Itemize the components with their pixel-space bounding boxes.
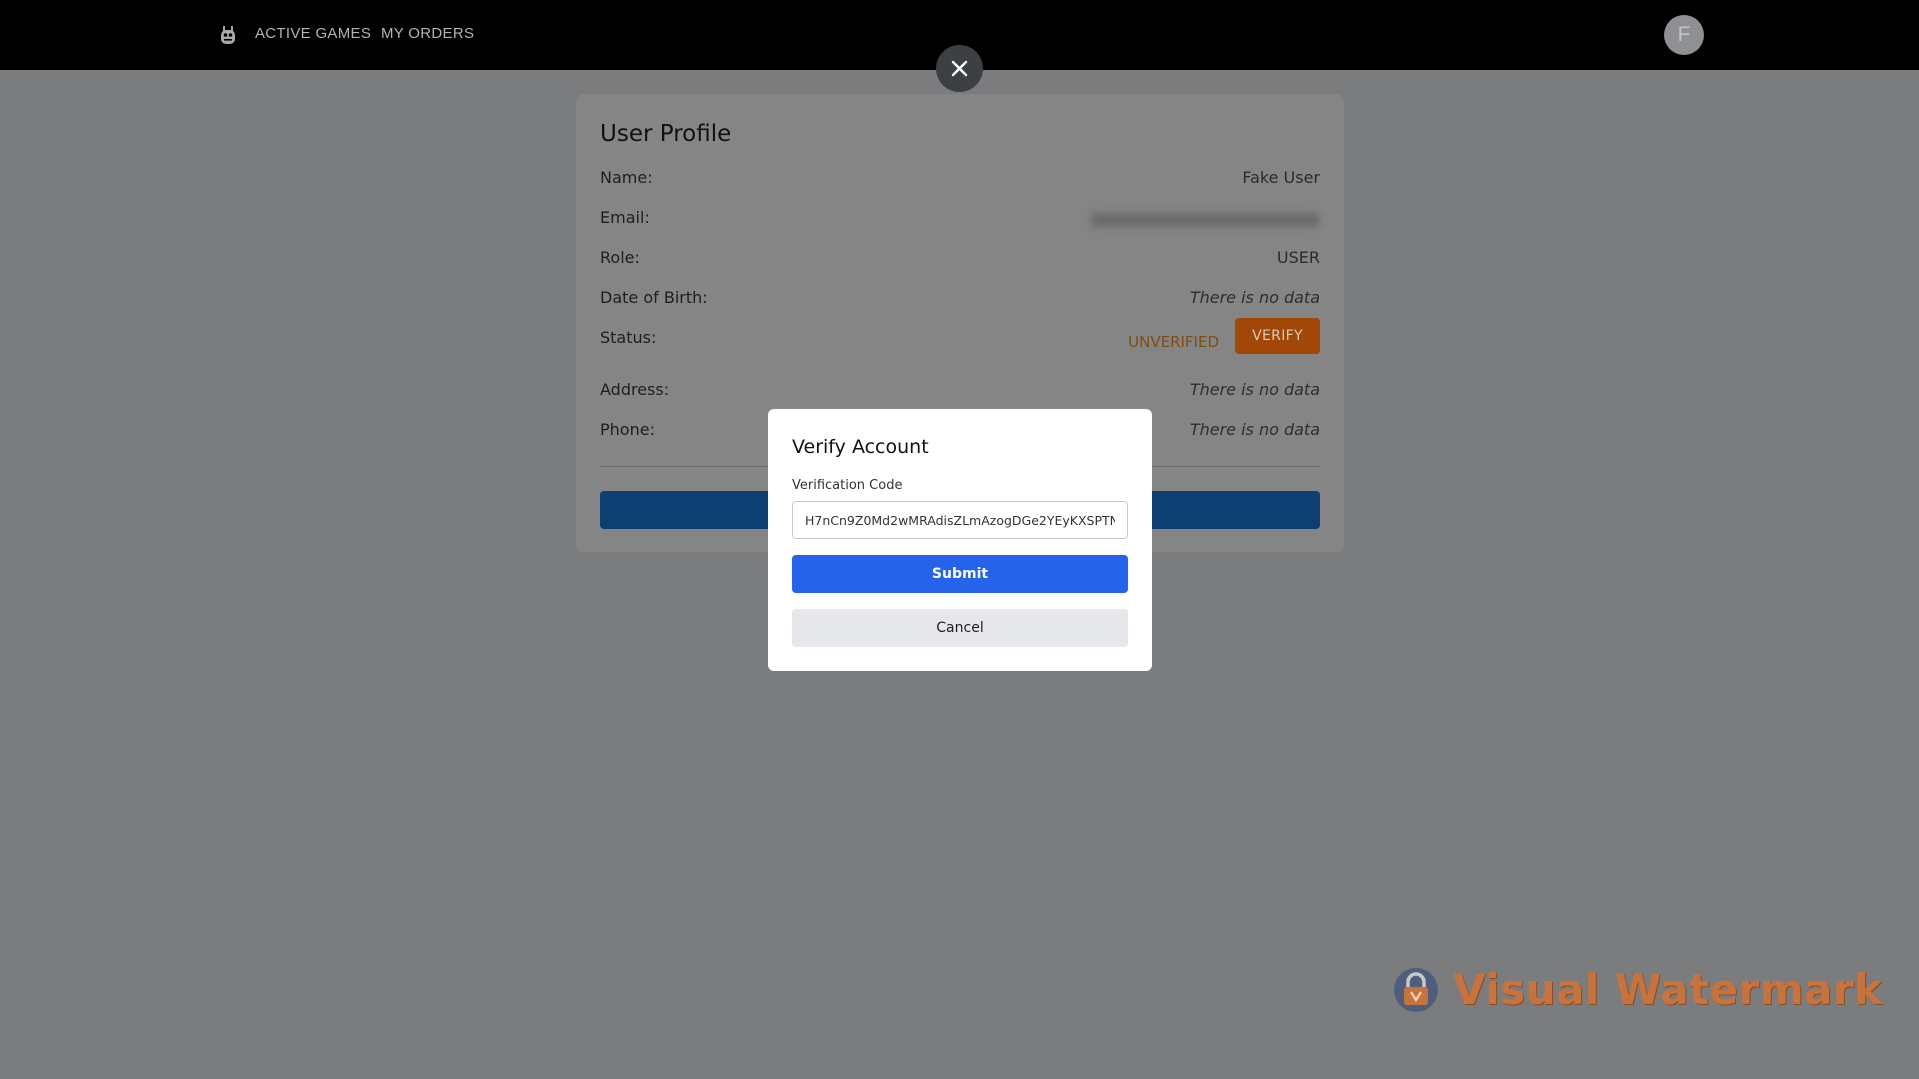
row-label: Email:: [600, 208, 650, 227]
close-button[interactable]: [936, 45, 983, 92]
verify-button[interactable]: VERIFY: [1235, 318, 1320, 354]
row-label: Date of Birth:: [600, 288, 708, 307]
profile-row-status: Status: UNVERIFIED VERIFY: [600, 318, 1320, 354]
verification-code-input[interactable]: [792, 501, 1128, 539]
row-label: Role:: [600, 248, 640, 267]
nav-link-my-orders[interactable]: MY ORDERS: [381, 25, 474, 42]
row-value-role: USER: [1276, 248, 1320, 267]
modal-title: Verify Account: [792, 436, 929, 458]
row-value-address: There is no data: [1189, 380, 1320, 399]
profile-row-address: Address: There is no data: [600, 380, 1320, 404]
profile-title: User Profile: [600, 121, 732, 147]
verification-code-label: Verification Code: [792, 478, 903, 493]
padlock-icon: [1394, 968, 1438, 1012]
profile-row-role: Role: USER: [600, 248, 1320, 272]
row-label: Name:: [600, 168, 653, 187]
user-avatar[interactable]: F: [1664, 15, 1704, 55]
row-value-phone: There is no data: [1189, 420, 1320, 439]
submit-button[interactable]: Submit: [792, 555, 1128, 593]
close-icon: [951, 60, 968, 77]
profile-row-dob: Date of Birth: There is no data: [600, 288, 1320, 312]
profile-row-email: Email:: [600, 208, 1320, 232]
row-label: Phone:: [600, 420, 655, 439]
watermark-text: Visual Watermark: [1453, 965, 1883, 1014]
status-badge: UNVERIFIED: [1128, 333, 1219, 351]
verify-account-modal: Verify Account Verification Code Submit …: [768, 409, 1152, 671]
row-value-email-blurred: [1090, 213, 1320, 227]
robot-icon[interactable]: [217, 24, 239, 46]
cancel-button[interactable]: Cancel: [792, 609, 1128, 647]
row-label: Status:: [600, 328, 657, 347]
nav-link-active-games[interactable]: ACTIVE GAMES: [255, 25, 371, 42]
row-label: Address:: [600, 380, 670, 399]
profile-row-name: Name: Fake User: [600, 168, 1320, 192]
row-value-name: Fake User: [1242, 168, 1320, 187]
row-value-dob: There is no data: [1189, 288, 1320, 307]
